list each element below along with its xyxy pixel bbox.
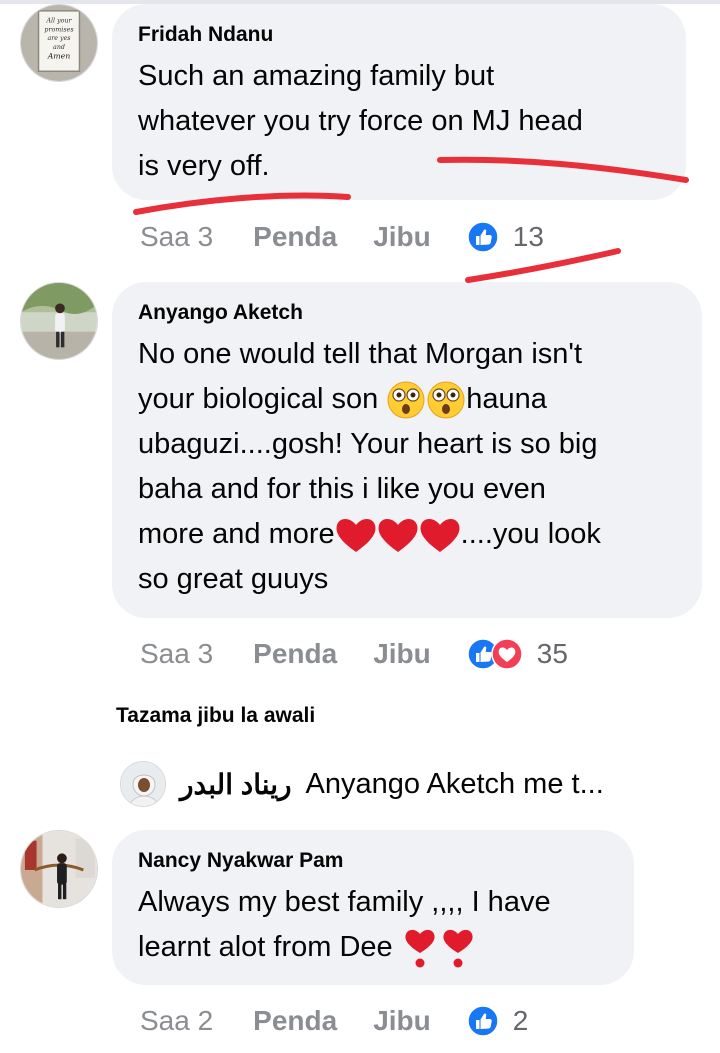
comment-text: Always my best family ,,,, I have learnt… <box>138 880 608 970</box>
reply-button[interactable]: Jibu <box>373 221 431 253</box>
astonished-face-emoji <box>386 380 426 420</box>
view-previous-reply-link[interactable]: Tazama jibu la awali <box>116 704 315 728</box>
reaction-count: 2 <box>512 1005 529 1036</box>
avatar-nancy-nyakwar-pam[interactable] <box>20 830 98 908</box>
like-button[interactable]: Penda <box>253 1005 337 1037</box>
comment-line: so great guuys <box>138 563 329 595</box>
avatar-quote-line: promises <box>44 26 74 33</box>
comment-actions: Saa 3 Penda Jibu 13 <box>140 217 544 257</box>
comment-line: more and more ....you look <box>138 512 676 557</box>
comment-time[interactable]: Saa 3 <box>140 221 213 253</box>
comment-author[interactable]: Fridah Ndanu <box>138 22 660 48</box>
comment-line: Always my best family ,,,, I have <box>138 886 551 918</box>
comment-time[interactable]: Saa 3 <box>140 638 213 670</box>
heart-exclamation-emoji <box>439 927 477 969</box>
comment-line: Such an amazing family but <box>138 60 495 92</box>
avatar-quote-line: All your <box>45 17 72 25</box>
red-heart-emoji <box>419 516 461 554</box>
comment-line-part: more and more <box>138 518 335 550</box>
reactions-summary[interactable]: 35 <box>467 638 568 670</box>
reactions-summary[interactable]: 2 <box>467 1005 529 1037</box>
comment-author[interactable]: Anyango Aketch <box>138 300 676 326</box>
comment-actions: Saa 2 Penda Jibu 2 <box>140 1001 528 1041</box>
reply-snippet: Anyango Aketch me t... <box>305 767 604 800</box>
comment-text: Such an amazing family but whatever you … <box>138 54 660 189</box>
heart-exclamation-emoji <box>401 927 439 969</box>
reply-button[interactable]: Jibu <box>373 1005 431 1037</box>
comment-actions: Saa 3 Penda Jibu 35 <box>140 634 568 674</box>
reaction-count: 35 <box>536 638 568 669</box>
comment-time[interactable]: Saa 2 <box>140 1005 213 1037</box>
comment-line: baha and for this i like you even <box>138 473 546 505</box>
comment-bubble[interactable]: Anyango Aketch No one would tell that Mo… <box>112 282 702 618</box>
reply-author[interactable]: ريناد البدر <box>180 768 292 801</box>
red-heart-emoji <box>335 516 377 554</box>
comment-line: No one would tell that Morgan isn't <box>138 338 583 370</box>
comment-line-part: your biological son <box>138 383 387 415</box>
avatar-anyango-aketch[interactable] <box>20 282 98 360</box>
comment-line: learnt alot from Dee <box>138 925 608 970</box>
reaction-count: 13 <box>512 221 544 252</box>
reactions-summary[interactable]: 13 <box>467 221 544 253</box>
red-heart-emoji <box>377 516 419 554</box>
comment-line-part: ....you look <box>460 518 601 550</box>
comment-bubble[interactable]: Nancy Nyakwar Pam Always my best family … <box>112 830 634 985</box>
comment-line-part: learnt alot from Dee <box>138 931 401 963</box>
avatar-quote-line: and <box>53 43 65 51</box>
comment-line: ubaguzi....gosh! Your heart is so big <box>138 428 598 460</box>
avatar-quote-line: Amen <box>47 52 71 61</box>
love-icon <box>491 638 523 670</box>
reply-button[interactable]: Jibu <box>373 638 431 670</box>
like-icon <box>467 1005 499 1037</box>
like-button[interactable]: Penda <box>253 638 337 670</box>
like-icon <box>467 221 499 253</box>
like-button[interactable]: Penda <box>253 221 337 253</box>
avatar-fridah-ndanu[interactable]: All your promises are yes and Amen <box>20 4 98 82</box>
comment-bubble[interactable]: Fridah Ndanu Such an amazing family but … <box>112 4 686 200</box>
comment-line-part: hauna <box>466 383 547 415</box>
avatar-quote-line: are yes <box>47 35 71 42</box>
comment-line: your biological son hauna <box>138 377 676 422</box>
reply-avatar[interactable] <box>120 761 166 807</box>
comment-line: whatever you try force on MJ head <box>138 105 583 137</box>
comment-line: is very off. <box>138 150 270 182</box>
astonished-face-emoji <box>426 380 466 420</box>
comment-author[interactable]: Nancy Nyakwar Pam <box>138 848 608 874</box>
reply-preview[interactable]: ريناد البدر Anyango Aketch me t... <box>120 760 604 808</box>
comment-text: No one would tell that Morgan isn't your… <box>138 332 676 602</box>
